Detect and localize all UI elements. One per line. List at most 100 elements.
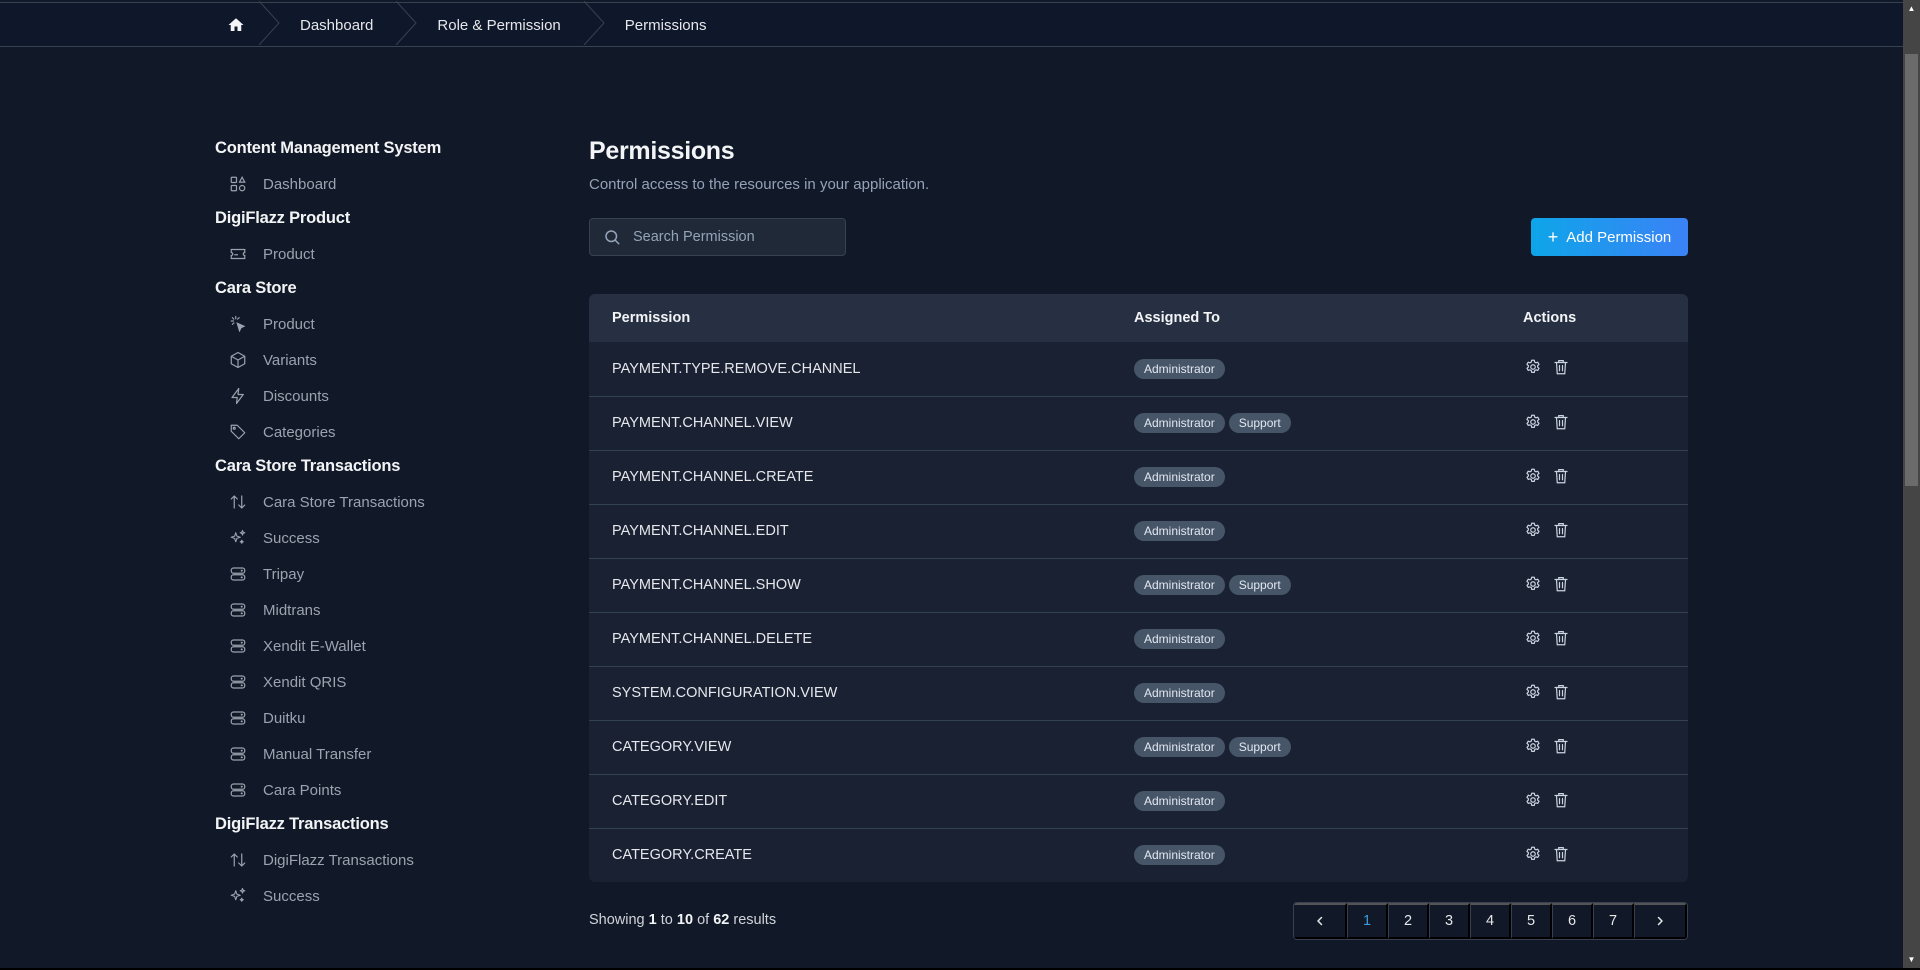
role-badge: Administrator: [1134, 575, 1225, 595]
next-page-button[interactable]: [1634, 903, 1687, 939]
sidebar-item-label: Discounts: [263, 387, 329, 405]
sidebar-item[interactable]: Cara Store Transactions: [215, 484, 545, 520]
scrollbar-thumb[interactable]: [1905, 54, 1918, 486]
table-header-row: Permission Assigned To Actions: [589, 294, 1688, 342]
page-button[interactable]: 5: [1511, 903, 1552, 939]
assigned-roles: Administrator: [1134, 504, 1523, 558]
assigned-roles: Administrator Support: [1134, 720, 1523, 774]
trash-icon[interactable]: [1551, 736, 1571, 756]
sidebar-item[interactable]: Variants: [215, 342, 545, 378]
page-button[interactable]: 3: [1429, 903, 1470, 939]
sidebar-section: Content Management System Dashboard: [215, 136, 545, 202]
breadcrumb-item[interactable]: Role & Permission: [417, 3, 582, 47]
sidebar-item-label: Product: [263, 315, 315, 333]
settings-gear-icon[interactable]: [1523, 574, 1543, 594]
permission-name: SYSTEM.CONFIGURATION.VIEW: [612, 685, 838, 701]
trash-icon[interactable]: [1551, 357, 1571, 377]
plus-icon: +: [1547, 227, 1559, 247]
add-permission-button[interactable]: + Add Permission: [1531, 218, 1688, 256]
row-actions: [1523, 558, 1688, 612]
trash-icon[interactable]: [1551, 520, 1571, 540]
role-badge: Administrator: [1134, 521, 1225, 541]
page-button[interactable]: 2: [1388, 903, 1429, 939]
table-row: PAYMENT.CHANNEL.DELETE Administrator: [589, 612, 1688, 666]
sidebar-item[interactable]: Manual Transfer: [215, 736, 545, 772]
table-row: CATEGORY.CREATE Administrator: [589, 828, 1688, 882]
search-box[interactable]: [589, 218, 846, 256]
settings-gear-icon[interactable]: [1523, 520, 1543, 540]
sidebar-item[interactable]: Xendit QRIS: [215, 664, 545, 700]
settings-gear-icon[interactable]: [1523, 412, 1543, 432]
chevron-right-icon: [1654, 915, 1666, 927]
previous-page-button[interactable]: [1294, 903, 1347, 939]
trash-icon[interactable]: [1551, 574, 1571, 594]
table-row: CATEGORY.VIEW Administrator Support: [589, 720, 1688, 774]
sidebar-item[interactable]: Cara Points: [215, 772, 545, 808]
sidebar-section: Cara Store Product Variants Discounts Catego…: [215, 276, 545, 450]
page-button[interactable]: 6: [1552, 903, 1593, 939]
server-stack-icon: [228, 600, 248, 620]
scroll-up-arrow-icon[interactable]: ▲: [1903, 0, 1920, 17]
assigned-roles: Administrator: [1134, 828, 1523, 882]
vertical-scrollbar[interactable]: ▲ ▼: [1903, 0, 1920, 968]
sidebar-item-label: DigiFlazz Transactions: [263, 851, 414, 869]
row-actions: [1523, 666, 1688, 720]
sidebar-item[interactable]: Categories: [215, 414, 545, 450]
showing-prefix: Showing: [589, 912, 645, 928]
table-row: SYSTEM.CONFIGURATION.VIEW Administrator: [589, 666, 1688, 720]
sidebar-item[interactable]: Xendit E-Wallet: [215, 628, 545, 664]
search-input[interactable]: [633, 229, 833, 245]
sidebar-item-label: Cara Store Transactions: [263, 493, 425, 511]
sidebar-item-label: Duitku: [263, 709, 306, 727]
bolt-icon: [228, 386, 248, 406]
sidebar-section-title: Cara Store: [215, 279, 297, 297]
sidebar-item[interactable]: Duitku: [215, 700, 545, 736]
sidebar-item-label: Cara Points: [263, 781, 342, 799]
settings-gear-icon[interactable]: [1523, 844, 1543, 864]
results-summary: Showing 1 to 10 of 62 results: [589, 912, 776, 928]
sidebar-item-label: Success: [263, 887, 320, 905]
settings-gear-icon[interactable]: [1523, 790, 1543, 810]
table-row: CATEGORY.EDIT Administrator: [589, 774, 1688, 828]
sidebar-item[interactable]: Product: [215, 236, 545, 272]
breadcrumb-item[interactable]: Dashboard: [280, 3, 395, 47]
page-button[interactable]: 7: [1593, 903, 1634, 939]
sidebar-item[interactable]: Success: [215, 878, 545, 914]
trash-icon[interactable]: [1551, 844, 1571, 864]
scroll-down-arrow-icon[interactable]: ▼: [1903, 951, 1920, 968]
breadcrumb-separator: [258, 0, 280, 50]
page-button[interactable]: 4: [1470, 903, 1511, 939]
sidebar-item[interactable]: Success: [215, 520, 545, 556]
sidebar-item[interactable]: Product: [215, 306, 545, 342]
cube-icon: [228, 350, 248, 370]
role-badge: Administrator: [1134, 413, 1225, 433]
trash-icon[interactable]: [1551, 412, 1571, 432]
assigned-roles: Administrator Support: [1134, 396, 1523, 450]
row-actions: [1523, 504, 1688, 558]
showing-from: 1: [648, 912, 657, 928]
server-stack-icon: [228, 780, 248, 800]
settings-gear-icon[interactable]: [1523, 736, 1543, 756]
settings-gear-icon[interactable]: [1523, 357, 1543, 377]
settings-gear-icon[interactable]: [1523, 682, 1543, 702]
sidebar-item[interactable]: Midtrans: [215, 592, 545, 628]
table-row: PAYMENT.TYPE.REMOVE.CHANNEL Administrator: [589, 342, 1688, 396]
sidebar-item-label: Xendit E-Wallet: [263, 637, 366, 655]
trash-icon[interactable]: [1551, 628, 1571, 648]
permission-name: CATEGORY.EDIT: [612, 793, 728, 809]
breadcrumb-item[interactable]: Permissions: [605, 3, 729, 47]
page-button[interactable]: 1: [1347, 903, 1388, 939]
main-content: Permissions Control access to the resour…: [589, 136, 1688, 256]
breadcrumb-separator: [395, 0, 418, 50]
settings-gear-icon[interactable]: [1523, 628, 1543, 648]
table-row: PAYMENT.CHANNEL.SHOW Administrator Support: [589, 558, 1688, 612]
sidebar-item[interactable]: Dashboard: [215, 166, 545, 202]
trash-icon[interactable]: [1551, 682, 1571, 702]
trash-icon[interactable]: [1551, 790, 1571, 810]
sidebar-item[interactable]: DigiFlazz Transactions: [215, 842, 545, 878]
trash-icon[interactable]: [1551, 466, 1571, 486]
settings-gear-icon[interactable]: [1523, 466, 1543, 486]
sidebar-item[interactable]: Tripay: [215, 556, 545, 592]
sidebar-item[interactable]: Discounts: [215, 378, 545, 414]
breadcrumb-home[interactable]: [214, 3, 258, 47]
